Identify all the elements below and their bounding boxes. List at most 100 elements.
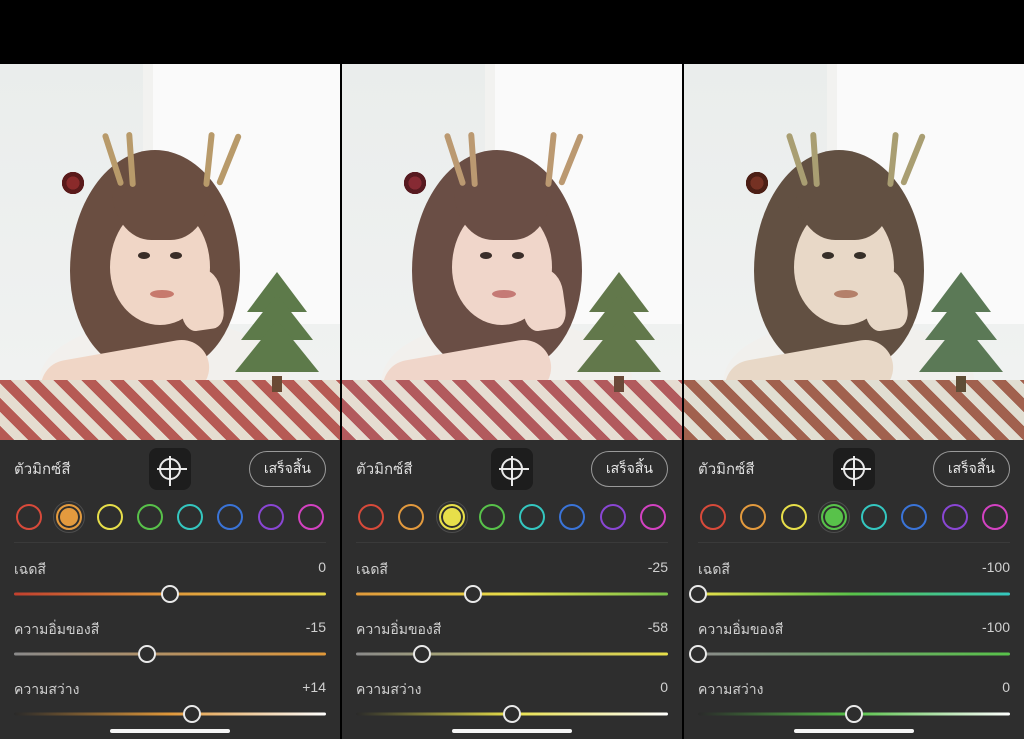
hue-slider-row: เฉดสี0 xyxy=(14,559,326,601)
luminance-slider[interactable] xyxy=(14,707,326,721)
home-indicator[interactable] xyxy=(794,729,914,733)
slider-thumb[interactable] xyxy=(183,705,201,723)
slider-thumb[interactable] xyxy=(464,585,482,603)
luminance-slider[interactable] xyxy=(356,707,668,721)
slider-label: ความสว่าง xyxy=(698,679,763,701)
slider-label: ความอิ่มของสี xyxy=(356,619,441,641)
slider-thumb[interactable] xyxy=(689,645,707,663)
swatch-green[interactable] xyxy=(137,504,163,530)
swatch-yellow[interactable] xyxy=(439,504,465,530)
saturation-slider[interactable] xyxy=(14,647,326,661)
done-button[interactable]: เสร็จสิ้น xyxy=(249,451,326,487)
color-mix-panel: ตัวมิกซ์สีเสร็จสิ้นเฉดสี-100ความอิ่มของส… xyxy=(684,440,1024,739)
home-indicator[interactable] xyxy=(452,729,572,733)
luminance-slider-row: ความสว่าง 0 xyxy=(356,679,668,721)
done-button[interactable]: เสร็จสิ้น xyxy=(933,451,1010,487)
targeted-adjust-button[interactable] xyxy=(833,448,875,490)
slider-thumb[interactable] xyxy=(138,645,156,663)
swatch-green[interactable] xyxy=(821,504,847,530)
slider-value: 0 xyxy=(318,559,326,581)
slider-value: 0 xyxy=(660,679,668,701)
slider-value: -100 xyxy=(982,559,1010,581)
swatch-yellow[interactable] xyxy=(97,504,123,530)
slider-label: ความอิ่มของสี xyxy=(698,619,783,641)
slider-label: เฉดสี xyxy=(356,559,388,581)
slider-label: ความสว่าง xyxy=(356,679,421,701)
slider-label: ความสว่าง xyxy=(14,679,79,701)
panel-toolbar: ตัวมิกซ์สี เสร็จสิ้น xyxy=(14,440,326,498)
swatch-orange[interactable] xyxy=(740,504,766,530)
photo-preview[interactable] xyxy=(342,0,682,440)
slider-thumb[interactable] xyxy=(413,645,431,663)
hue-slider[interactable] xyxy=(14,587,326,601)
swatch-yellow[interactable] xyxy=(781,504,807,530)
swatch-green[interactable] xyxy=(479,504,505,530)
targeted-adjust-button[interactable] xyxy=(149,448,191,490)
swatch-blue[interactable] xyxy=(217,504,243,530)
slider-value: -15 xyxy=(306,619,326,641)
slider-label: ความอิ่มของสี xyxy=(14,619,99,641)
swatch-red[interactable] xyxy=(358,504,384,530)
hue-slider[interactable] xyxy=(698,587,1010,601)
hue-slider-row: เฉดสี -25 xyxy=(356,559,668,601)
editor-pane: ตัวมิกซ์สีเสร็จสิ้นเฉดสี-100ความอิ่มของส… xyxy=(684,0,1024,739)
swatch-red[interactable] xyxy=(700,504,726,530)
slider-value: 0 xyxy=(1002,679,1010,701)
luminance-slider-row: ความสว่าง 0 xyxy=(698,679,1010,721)
saturation-slider[interactable] xyxy=(698,647,1010,661)
saturation-slider-row: ความอิ่มของสี -100 xyxy=(698,619,1010,661)
slider-value: -25 xyxy=(648,559,668,581)
slider-thumb[interactable] xyxy=(161,585,179,603)
slider-label: เฉดสี xyxy=(698,559,730,581)
sliders-group: เฉดสี -25 ความอิ่มของสี -58 ความสว่าง 0 xyxy=(356,542,668,721)
triptych: ตัวมิกซ์สีเสร็จสิ้นเฉดสี0ความอิ่มของสี-1… xyxy=(0,0,1024,739)
targeted-adjust-button[interactable] xyxy=(491,448,533,490)
hue-swatch-row xyxy=(356,498,668,542)
swatch-aqua[interactable] xyxy=(861,504,887,530)
hue-slider[interactable] xyxy=(356,587,668,601)
swatch-blue[interactable] xyxy=(559,504,585,530)
color-mix-panel: ตัวมิกซ์สี เสร็จสิ้นเฉดสี -25 ความอิ่มของสี… xyxy=(342,440,682,739)
sliders-group: เฉดสี0 ความอิ่มของสี -15 ความสว่าง +14 xyxy=(14,542,326,721)
hue-swatch-row xyxy=(698,498,1010,542)
sliders-group: เฉดสี -100 ความอิ่มของสี -100 ความสว่าง 0 xyxy=(698,542,1010,721)
swatch-blue[interactable] xyxy=(901,504,927,530)
panel-title: ตัวมิกซ์สี xyxy=(698,457,754,481)
slider-thumb[interactable] xyxy=(845,705,863,723)
swatch-purple[interactable] xyxy=(600,504,626,530)
target-icon xyxy=(843,458,865,480)
slider-value: +14 xyxy=(302,679,326,701)
target-icon xyxy=(501,458,523,480)
editor-pane: ตัวมิกซ์สี เสร็จสิ้นเฉดสี -25 ความอิ่มของสี… xyxy=(342,0,682,739)
luminance-slider-row: ความสว่าง +14 xyxy=(14,679,326,721)
photo-preview[interactable] xyxy=(684,0,1024,440)
swatch-orange[interactable] xyxy=(56,504,82,530)
photo-preview[interactable] xyxy=(0,0,340,440)
swatch-red[interactable] xyxy=(16,504,42,530)
swatch-aqua[interactable] xyxy=(519,504,545,530)
hue-slider-row: เฉดสี -100 xyxy=(698,559,1010,601)
swatch-aqua[interactable] xyxy=(177,504,203,530)
slider-value: -100 xyxy=(982,619,1010,641)
hue-swatch-row xyxy=(14,498,326,542)
slider-value: -58 xyxy=(648,619,668,641)
swatch-purple[interactable] xyxy=(258,504,284,530)
panel-title: ตัวมิกซ์สี xyxy=(356,457,412,481)
panel-title: ตัวมิกซ์สี xyxy=(14,457,70,481)
swatch-magenta[interactable] xyxy=(982,504,1008,530)
saturation-slider-row: ความอิ่มของสี -15 xyxy=(14,619,326,661)
swatch-orange[interactable] xyxy=(398,504,424,530)
slider-thumb[interactable] xyxy=(503,705,521,723)
panel-toolbar: ตัวมิกซ์สี เสร็จสิ้น xyxy=(356,440,668,498)
done-button[interactable]: เสร็จสิ้น xyxy=(591,451,668,487)
panel-toolbar: ตัวมิกซ์สี เสร็จสิ้น xyxy=(698,440,1010,498)
swatch-purple[interactable] xyxy=(942,504,968,530)
target-icon xyxy=(159,458,181,480)
swatch-magenta[interactable] xyxy=(298,504,324,530)
color-mix-panel: ตัวมิกซ์สี เสร็จสิ้นเฉดสี0 ความอิ่มของสี -1… xyxy=(0,440,340,739)
slider-thumb[interactable] xyxy=(689,585,707,603)
home-indicator[interactable] xyxy=(110,729,230,733)
saturation-slider[interactable] xyxy=(356,647,668,661)
luminance-slider[interactable] xyxy=(698,707,1010,721)
swatch-magenta[interactable] xyxy=(640,504,666,530)
